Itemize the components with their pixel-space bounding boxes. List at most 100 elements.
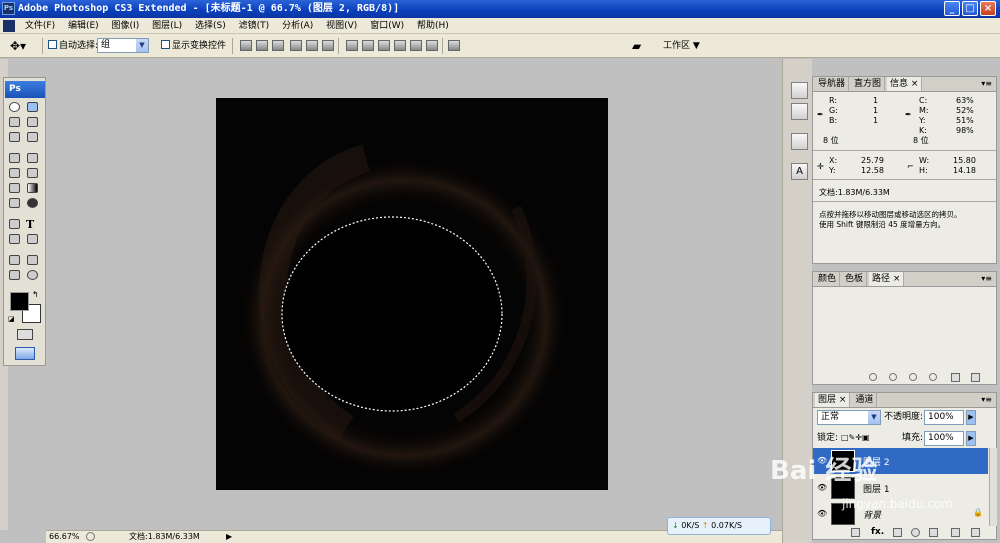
tab-swatches[interactable]: 色板 (842, 272, 868, 286)
align-left-icon[interactable] (290, 40, 302, 51)
tab-layers[interactable]: 图层 × (815, 393, 851, 407)
tab-histogram[interactable]: 直方图 (851, 77, 886, 91)
auto-align-icon[interactable] (448, 40, 460, 51)
dock-tools-icon[interactable] (791, 133, 808, 150)
show-transform-checkbox[interactable]: 显示变换控件 (161, 39, 226, 53)
menu-edit[interactable]: 编辑(E) (63, 18, 104, 34)
group-icon[interactable] (929, 528, 938, 537)
workspace-icon[interactable]: ▰ (632, 39, 641, 53)
eye-icon[interactable]: 👁 (817, 456, 827, 465)
menu-file[interactable]: 文件(F) (20, 18, 60, 34)
crop-tool[interactable] (8, 131, 22, 144)
zoom-level[interactable]: 66.67% (49, 531, 80, 543)
new-path-icon[interactable] (951, 373, 960, 382)
fx-icon[interactable]: fx. (871, 527, 884, 537)
menu-analysis[interactable]: 分析(A) (277, 18, 318, 34)
path-select-tool[interactable] (8, 233, 22, 246)
blur-tool[interactable] (8, 197, 22, 210)
notes-tool[interactable] (8, 254, 22, 267)
opacity-input[interactable]: 100% (924, 410, 964, 425)
adjust-icon[interactable] (911, 528, 920, 537)
close-button[interactable]: × (980, 1, 996, 16)
stroke-path-icon[interactable] (889, 373, 897, 381)
layer-name[interactable]: 图层 2 (863, 455, 890, 468)
mask-icon[interactable] (893, 528, 902, 537)
eraser-tool[interactable] (8, 182, 22, 195)
eye-icon[interactable]: 👁 (817, 509, 827, 518)
make-path-icon[interactable] (929, 373, 937, 381)
panel-menu-icon[interactable]: ▾≡ (981, 79, 992, 88)
align-hcenter-icon[interactable] (306, 40, 318, 51)
distribute-vcenter-icon[interactable] (362, 40, 374, 51)
marquee-tool[interactable] (8, 101, 22, 114)
quick-mask-icon[interactable] (17, 329, 33, 340)
hand-tool[interactable] (8, 269, 22, 282)
type-tool-icon[interactable]: T (26, 218, 40, 231)
align-bottom-icon[interactable] (272, 40, 284, 51)
menu-help[interactable]: 帮助(H) (412, 18, 454, 34)
swap-colors-icon[interactable]: ↰ (32, 290, 39, 299)
lasso-tool[interactable] (8, 116, 22, 129)
eye-icon[interactable]: 👁 (817, 483, 827, 492)
layers-scrollbar[interactable] (989, 448, 997, 526)
panel-menu-icon[interactable]: ▾≡ (981, 395, 992, 404)
selection-marquee[interactable] (281, 216, 503, 412)
menu-select[interactable]: 选择(S) (190, 18, 231, 34)
layer-row-selected[interactable]: 👁 图层 2 (813, 448, 988, 474)
tab-channels[interactable]: 通道 (852, 393, 878, 407)
link-icon[interactable] (851, 528, 860, 537)
ps-menu-icon[interactable] (3, 20, 15, 32)
distribute-hcenter-icon[interactable] (410, 40, 422, 51)
maximize-button[interactable]: □ (962, 1, 978, 16)
tab-info[interactable]: 信息 × (887, 77, 923, 91)
load-selection-icon[interactable] (909, 373, 917, 381)
tab-color[interactable]: 颜色 (815, 272, 841, 286)
opacity-slider-arrow[interactable]: ▶ (966, 410, 976, 425)
panel-menu-icon[interactable]: ▾≡ (981, 274, 992, 283)
distribute-left-icon[interactable] (394, 40, 406, 51)
distribute-bottom-icon[interactable] (378, 40, 390, 51)
brush-tool[interactable] (26, 152, 40, 165)
screen-mode-icon[interactable] (15, 347, 35, 360)
fill-input[interactable]: 100% (924, 431, 964, 446)
dock-character-icon[interactable]: A (791, 163, 808, 180)
layer-name[interactable]: 图层 1 (863, 482, 890, 495)
magic-wand-tool[interactable] (26, 116, 40, 129)
minimize-button[interactable]: _ (944, 1, 960, 16)
move-tool-icon[interactable]: ✥▾ (10, 39, 26, 53)
distribute-top-icon[interactable] (346, 40, 358, 51)
pen-tool[interactable] (8, 218, 22, 231)
slice-tool[interactable] (26, 131, 40, 144)
blend-mode-dropdown[interactable]: 正常 ▼ (817, 410, 881, 425)
tab-navigator[interactable]: 导航器 (815, 77, 850, 91)
status-arrow-icon[interactable]: ▶ (226, 531, 232, 543)
foreground-color-swatch[interactable] (10, 292, 29, 311)
dock-actions-icon[interactable] (791, 103, 808, 120)
delete-path-icon[interactable] (971, 373, 980, 382)
dock-history-icon[interactable] (791, 82, 808, 99)
move-tool[interactable] (26, 101, 40, 114)
menu-window[interactable]: 窗口(W) (365, 18, 409, 34)
lock-icons[interactable]: □✎✛▣ (841, 433, 870, 443)
menu-layer[interactable]: 图层(L) (147, 18, 187, 34)
status-icon[interactable] (86, 532, 95, 541)
gradient-tool[interactable] (26, 182, 40, 195)
auto-select-dropdown[interactable]: 组 ▼ (97, 38, 149, 53)
history-brush-tool[interactable] (26, 167, 40, 180)
menu-image[interactable]: 图像(I) (107, 18, 145, 34)
healing-tool[interactable] (8, 152, 22, 165)
fill-slider-arrow[interactable]: ▶ (966, 431, 976, 446)
fill-path-icon[interactable] (869, 373, 877, 381)
align-vcenter-icon[interactable] (256, 40, 268, 51)
auto-select-checkbox[interactable]: 自动选择: (48, 39, 98, 53)
default-colors-icon[interactable]: ◪ (8, 315, 15, 323)
workspace-button[interactable]: 工作区 ▼ (663, 39, 700, 53)
shape-tool[interactable] (26, 233, 40, 246)
menu-view[interactable]: 视图(V) (321, 18, 362, 34)
menu-filter[interactable]: 滤镜(T) (234, 18, 275, 34)
eyedropper-tool[interactable] (26, 254, 40, 267)
document-canvas[interactable] (216, 98, 608, 490)
dodge-tool[interactable] (26, 197, 40, 210)
tab-paths[interactable]: 路径 × (869, 272, 905, 286)
align-top-icon[interactable] (240, 40, 252, 51)
